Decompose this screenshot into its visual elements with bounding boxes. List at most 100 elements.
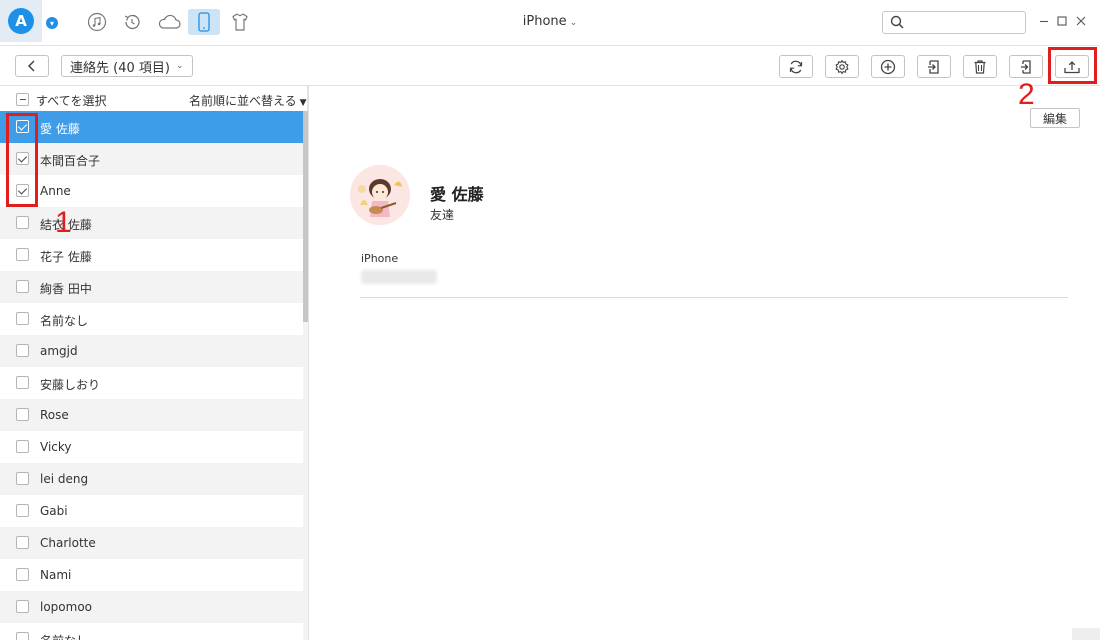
close-button[interactable] xyxy=(1073,13,1089,29)
contact-name-label: Charlotte xyxy=(40,536,96,550)
search-icon xyxy=(890,15,904,29)
music-icon[interactable] xyxy=(86,11,108,33)
contact-name-label: 絢香 田中 xyxy=(40,282,92,296)
resize-handle[interactable] xyxy=(1072,628,1100,640)
contact-row[interactable]: 本間百合子 xyxy=(0,143,303,175)
contact-checkbox[interactable] xyxy=(16,280,29,293)
contact-row[interactable]: Anne xyxy=(0,175,303,207)
contact-name-label: lopomoo xyxy=(40,600,93,614)
list-header: すべてを選択 名前順に並べ替える ▼ xyxy=(0,86,308,111)
add-button[interactable] xyxy=(871,55,905,78)
import-icon xyxy=(928,59,939,74)
contact-name-label: 愛 佐藤 xyxy=(40,122,80,136)
contact-row[interactable]: Rose xyxy=(0,399,303,431)
refresh-button[interactable] xyxy=(779,55,813,78)
select-all-checkbox[interactable] xyxy=(16,93,29,106)
contact-row[interactable]: lei deng xyxy=(0,463,303,495)
contact-name: 愛 佐藤 xyxy=(430,185,484,204)
contact-row[interactable]: amgjd xyxy=(0,335,303,367)
device-selector[interactable]: iPhone ⌄ xyxy=(500,14,600,29)
sort-label: 名前順に並べ替える xyxy=(189,94,297,108)
contact-checkbox[interactable] xyxy=(16,632,29,640)
contact-name-label: 花子 佐藤 xyxy=(40,250,92,264)
contact-row[interactable]: Vicky xyxy=(0,431,303,463)
contact-checkbox[interactable] xyxy=(16,568,29,581)
trash-icon xyxy=(974,59,986,74)
contact-checkbox[interactable] xyxy=(16,600,29,613)
contact-avatar xyxy=(350,165,410,225)
tshirt-icon[interactable] xyxy=(229,11,251,33)
detail-divider xyxy=(360,297,1068,298)
contact-name-label: lei deng xyxy=(40,472,89,486)
chevron-left-icon xyxy=(27,60,35,72)
contact-row[interactable]: 愛 佐藤 xyxy=(0,111,303,143)
contact-name-label: 名前なし xyxy=(40,314,89,328)
search-input[interactable] xyxy=(909,14,1021,31)
contact-row[interactable]: 安藤しおり xyxy=(0,367,303,399)
toolbar: 連絡先 (40 項目) ⌄ xyxy=(0,46,1100,86)
chevron-down-icon[interactable]: ▾ xyxy=(46,17,58,29)
contact-group: 友達 xyxy=(430,208,455,222)
contact-row[interactable]: 花子 佐藤 xyxy=(0,239,303,271)
contact-name-label: Vicky xyxy=(40,440,72,454)
contact-checkbox[interactable] xyxy=(16,376,29,389)
contact-name-label: Gabi xyxy=(40,504,68,518)
contact-row[interactable]: lopomoo xyxy=(0,591,303,623)
send-to-device-button[interactable] xyxy=(1009,55,1043,78)
contact-name-label: 本間百合子 xyxy=(40,154,101,168)
phone-label: iPhone xyxy=(361,252,399,265)
title-bar: A ▾ iPhone ⌄ xyxy=(0,0,1100,46)
category-label: 連絡先 (40 項目) xyxy=(70,60,170,76)
step-2-annotation: 2 xyxy=(1018,78,1035,111)
contact-row[interactable]: 名前なし xyxy=(0,303,303,335)
import-button[interactable] xyxy=(917,55,951,78)
contact-checkbox[interactable] xyxy=(16,472,29,485)
contact-name-label: Anne xyxy=(40,184,71,198)
cloud-icon[interactable] xyxy=(156,11,182,33)
contact-name-label: Nami xyxy=(40,568,72,582)
contact-name-label: 安藤しおり xyxy=(40,378,101,392)
select-all-label[interactable]: すべてを選択 xyxy=(36,92,106,109)
panel-divider xyxy=(308,86,309,640)
app-logo[interactable]: A xyxy=(0,0,42,42)
delete-button[interactable] xyxy=(963,55,997,78)
sort-dropdown[interactable]: 名前順に並べ替える ▼ xyxy=(189,92,307,109)
export-button-highlight xyxy=(1048,47,1097,84)
contact-list: 愛 佐藤本間百合子 Anne 結衣 佐藤花子 佐藤絢香 田中名前なし amgjd 安藤し… xyxy=(0,111,303,640)
contact-name-label: amgjd xyxy=(40,344,78,358)
checkbox-highlight xyxy=(6,113,38,207)
contact-checkbox[interactable] xyxy=(16,408,29,421)
contact-name-label: Rose xyxy=(40,408,69,422)
app-logo-icon: A xyxy=(8,8,34,34)
contact-checkbox[interactable] xyxy=(16,536,29,549)
back-button[interactable] xyxy=(15,55,49,77)
maximize-button[interactable] xyxy=(1054,13,1070,29)
contact-checkbox[interactable] xyxy=(16,440,29,453)
contact-row[interactable]: 名前なし xyxy=(0,623,303,640)
settings-button[interactable] xyxy=(825,55,859,78)
contact-row[interactable]: Nami xyxy=(0,559,303,591)
contact-row[interactable]: Gabi xyxy=(0,495,303,527)
refresh-icon xyxy=(789,60,803,73)
contact-name-label: 名前なし xyxy=(40,632,88,640)
contact-row[interactable]: 絢香 田中 xyxy=(0,271,303,303)
caret-down-icon: ▼ xyxy=(299,98,307,108)
contact-checkbox[interactable] xyxy=(16,248,29,261)
category-dropdown[interactable]: 連絡先 (40 項目) ⌄ xyxy=(61,55,193,77)
minimize-button[interactable] xyxy=(1036,13,1052,29)
settings-icon xyxy=(835,59,849,74)
chevron-down-icon: ⌄ xyxy=(175,61,184,71)
contact-row[interactable]: 結衣 佐藤 xyxy=(0,207,303,239)
step-1-annotation: 1 xyxy=(55,206,72,239)
contact-checkbox[interactable] xyxy=(16,312,29,325)
edit-button[interactable]: 編集 xyxy=(1030,108,1080,128)
contact-checkbox[interactable] xyxy=(16,216,29,229)
send-to-device-icon xyxy=(1021,59,1031,74)
contact-row[interactable]: Charlotte xyxy=(0,527,303,559)
phone-icon[interactable] xyxy=(188,9,220,35)
search-box[interactable] xyxy=(882,11,1026,34)
history-icon[interactable] xyxy=(121,11,143,33)
phone-number-blurred xyxy=(361,270,437,284)
contact-checkbox[interactable] xyxy=(16,344,29,357)
contact-checkbox[interactable] xyxy=(16,504,29,517)
